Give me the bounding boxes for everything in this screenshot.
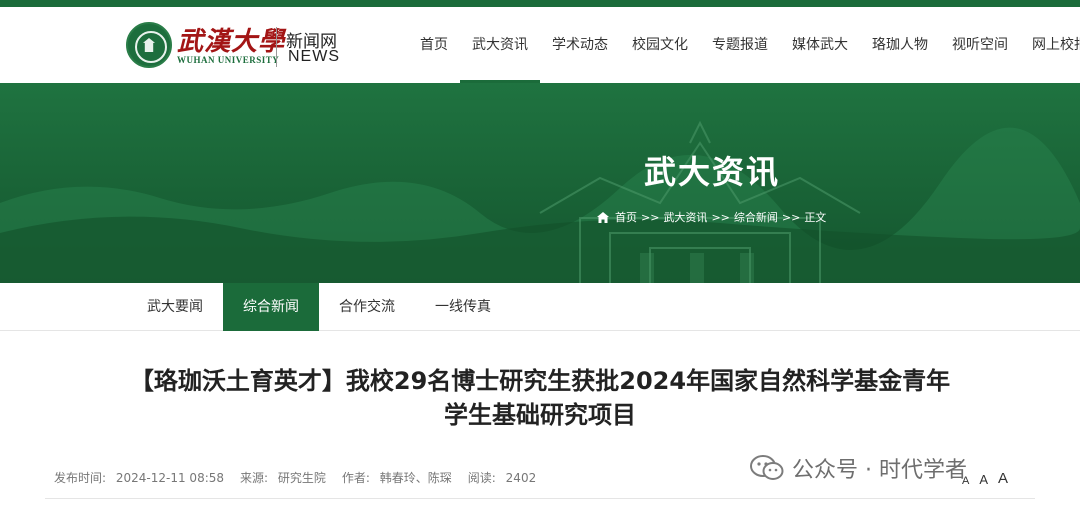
wechat-watermark: 公众号 · 时代学者 — [750, 452, 967, 484]
breadcrumb-separator: >> — [711, 210, 730, 224]
nav-e-newspaper[interactable]: 网上校报 — [1020, 7, 1080, 83]
breadcrumb-whu-news[interactable]: 武大资讯 — [663, 209, 707, 225]
site-name-en[interactable]: NEWS — [288, 48, 340, 66]
article-title-line1: 【珞珈沃土育英才】我校29名博士研究生获批2024年国家自然科学基金青年 — [129, 367, 951, 395]
brand-divider — [276, 27, 277, 67]
publish-date-label: 发布时间: — [54, 471, 107, 485]
breadcrumb-separator: >> — [641, 210, 660, 224]
breadcrumb-current: 正文 — [804, 211, 827, 224]
breadcrumb-general-news[interactable]: 综合新闻 — [734, 209, 778, 225]
watermark-text: 公众号 · 时代学者 — [792, 458, 967, 483]
university-seal-icon[interactable] — [126, 22, 172, 68]
nav-people[interactable]: 珞珈人物 — [860, 7, 940, 83]
article-title: 【珞珈沃土育英才】我校29名博士研究生获批2024年国家自然科学基金青年 学生基… — [40, 364, 1040, 432]
font-size-controls: A A A — [962, 470, 1018, 487]
wechat-icon — [750, 455, 784, 480]
section-banner: 武大资讯 首页 >> 武大资讯 >> 综合新闻 >> 正文 — [0, 83, 1080, 283]
author-label: 作者: — [341, 471, 370, 485]
publish-date: 2024-12-11 08:58 — [115, 471, 225, 485]
tab-cooperation[interactable]: 合作交流 — [319, 283, 415, 331]
sub-nav: 武大要闻 综合新闻 合作交流 一线传真 — [0, 283, 1080, 331]
brand-name-en: WUHAN UNIVERSITY — [177, 55, 280, 65]
breadcrumb-home[interactable]: 首页 — [615, 209, 637, 225]
tab-whu-headlines[interactable]: 武大要闻 — [127, 283, 223, 331]
read-count-label: 阅读: — [467, 471, 496, 485]
source-value: 研究生院 — [277, 471, 326, 485]
nav-whu-news[interactable]: 武大资讯 — [460, 7, 540, 83]
nav-academic[interactable]: 学术动态 — [540, 7, 620, 83]
home-icon[interactable] — [597, 211, 609, 223]
nav-special-reports[interactable]: 专题报道 — [700, 7, 780, 83]
font-medium-button[interactable]: A — [979, 472, 988, 487]
article-title-line2: 学生基础研究项目 — [444, 401, 636, 429]
nav-home[interactable]: 首页 — [408, 7, 460, 83]
font-large-button[interactable]: A — [998, 470, 1008, 487]
article-meta: 发布时间: 2024-12-11 08:58 来源: 研究生院 作者: 韩春玲、… — [54, 469, 552, 486]
breadcrumb: 首页 >> 武大资讯 >> 综合新闻 >> 正文 — [597, 209, 830, 225]
breadcrumb-separator: >> — [781, 210, 801, 224]
brand-name-cn[interactable]: 武漢大學 — [177, 21, 285, 58]
nav-campus-culture[interactable]: 校园文化 — [620, 7, 700, 83]
tab-frontline[interactable]: 一线传真 — [415, 283, 511, 331]
author-value: 韩春玲、陈琛 — [379, 471, 452, 485]
nav-av-space[interactable]: 视听空间 — [940, 7, 1020, 83]
nav-media[interactable]: 媒体武大 — [780, 7, 860, 83]
meta-divider — [45, 498, 1035, 499]
font-small-button[interactable]: A — [962, 475, 969, 487]
top-accent-bar — [0, 0, 1080, 7]
tab-general-news[interactable]: 综合新闻 — [223, 283, 319, 331]
read-count: 2402 — [505, 471, 537, 485]
main-nav: 首页 武大资讯 学术动态 校园文化 专题报道 媒体武大 珞珈人物 视听空间 网上… — [408, 7, 1080, 83]
source-label: 来源: — [240, 471, 269, 485]
banner-title: 武大资讯 — [643, 153, 780, 191]
